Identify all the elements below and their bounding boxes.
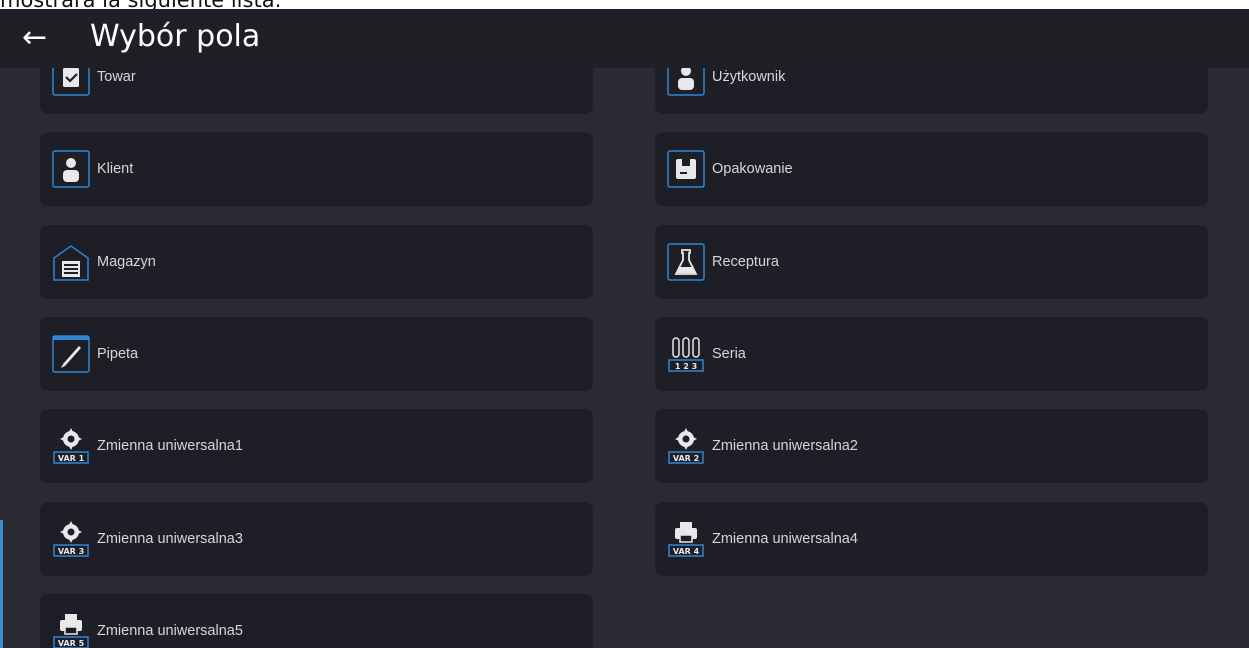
arrow-left-icon[interactable]: ← [22,23,66,53]
flask-icon [667,243,705,281]
header-bar: ← Wybór pola [0,9,1249,68]
clipboard-check-icon [52,68,90,96]
field-item-magazyn[interactable]: Magazyn [40,225,593,299]
field-item-zmienna-uniwersalna4[interactable]: VAR 4 Zmienna uniwersalna4 [655,502,1208,576]
field-list: Towar Użytkownik Klient Opakowanie Magaz… [0,68,1249,648]
field-item-zmienna-uniwersalna1[interactable]: VAR 1 Zmienna uniwersalna1 [40,409,593,483]
field-item-uzytkownik[interactable]: Użytkownik [655,68,1208,114]
gear-var-icon: VAR 1 [52,427,90,465]
field-label: Pipeta [97,346,139,362]
field-item-pipeta[interactable]: Pipeta [40,317,593,391]
warehouse-icon [52,243,90,281]
printer-var-icon: VAR 5 [52,612,90,648]
field-label: Zmienna uniwersalna3 [97,531,243,547]
field-item-towar[interactable]: Towar [40,68,593,114]
user-icon [667,68,705,96]
icon-caption: VAR 1 [58,454,85,463]
field-label: Zmienna uniwersalna5 [97,623,243,639]
icon-caption: VAR 3 [58,547,84,556]
field-item-zmienna-uniwersalna3[interactable]: VAR 3 Zmienna uniwersalna3 [40,502,593,576]
icon-caption: VAR 4 [673,547,700,556]
field-label: Receptura [712,254,779,270]
caption-fragment: mostrará la siguiente lista: [0,0,1249,9]
field-label: Magazyn [97,254,156,270]
printer-var-icon: VAR 4 [667,520,705,558]
field-label: Zmienna uniwersalna1 [97,438,243,454]
gear-var-icon: VAR 2 [667,427,705,465]
icon-caption: 1 2 3 [675,362,697,371]
field-item-receptura[interactable]: Receptura [655,225,1208,299]
field-label: Opakowanie [712,161,793,177]
pipette-icon [52,335,90,373]
scroll-indicator [0,520,3,648]
field-item-opakowanie[interactable]: Opakowanie [655,132,1208,206]
client-icon [52,150,90,188]
page-title: Wybór pola [90,19,261,54]
field-item-seria[interactable]: 1 2 3 Seria [655,317,1208,391]
package-icon [667,150,705,188]
field-label: Towar [97,69,136,85]
field-item-klient[interactable]: Klient [40,132,593,206]
field-item-zmienna-uniwersalna2[interactable]: VAR 2 Zmienna uniwersalna2 [655,409,1208,483]
caption-text: mostrará la siguiente lista: [0,0,282,9]
field-label: Użytkownik [712,69,786,85]
gear-var-icon: VAR 3 [52,520,90,558]
field-label: Klient [97,161,134,177]
icon-caption: VAR 2 [673,454,699,463]
icon-caption: VAR 5 [58,639,85,648]
field-label: Zmienna uniwersalna4 [712,531,858,547]
field-label: Zmienna uniwersalna2 [712,438,858,454]
field-label: Seria [712,346,746,362]
test-tubes-icon: 1 2 3 [667,335,705,373]
field-item-zmienna-uniwersalna5[interactable]: VAR 5 Zmienna uniwersalna5 [40,594,593,648]
